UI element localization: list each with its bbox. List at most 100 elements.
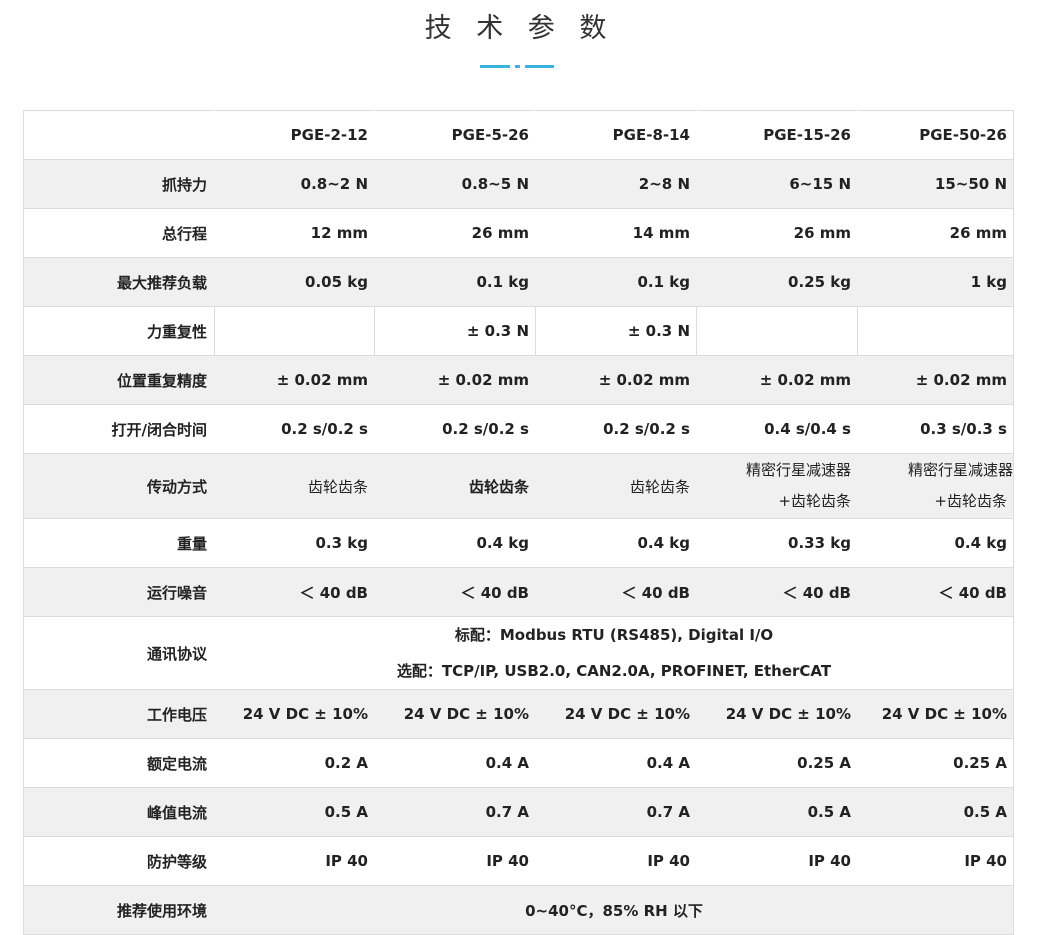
table-cell: 0.4 kg [535,518,697,568]
table-cell: 0.7 A [535,787,697,837]
table-cell [696,306,858,356]
table-row-payload: 最大推荐负载 0.05 kg 0.1 kg 0.1 kg 0.25 kg 1 k… [23,257,1014,307]
table-cell: 24 V DC ± 10% [857,689,1014,739]
table-cell: ＜ 40 dB [857,567,1014,617]
table-row-drive: 传动方式 齿轮齿条 齿轮齿条 齿轮齿条 精密行星减速器 +齿轮齿条 精密行星减速… [23,453,1014,519]
table-cell: 0.2 s/0.2 s [214,404,375,454]
table-cell: IP 40 [535,836,697,886]
table-cell: 1 kg [857,257,1014,307]
row-label: 位置重复精度 [23,355,215,405]
table-cell: 0.4 kg [374,518,536,568]
table-cell: ± 0.3 N [374,306,536,356]
table-cell: ± 0.02 mm [214,355,375,405]
model-header: PGE-8-14 [535,110,697,160]
spec-table: PGE-2-12 PGE-5-26 PGE-8-14 PGE-15-26 PGE… [23,110,1014,935]
table-cell: 0.5 A [857,787,1014,837]
table-cell: 14 mm [535,208,697,258]
table-cell: 0.4 kg [857,518,1014,568]
header-empty-cell [23,110,215,160]
table-cell: 0.25 kg [696,257,858,307]
table-cell: ± 0.3 N [535,306,697,356]
cell-line: +齿轮齿条 [778,492,851,510]
table-cell: 0.7 A [374,787,536,837]
table-cell: 26 mm [857,208,1014,258]
table-cell: 0.5 A [696,787,858,837]
table-cell: ± 0.02 mm [374,355,536,405]
table-cell: 0.1 kg [374,257,536,307]
table-cell: 24 V DC ± 10% [374,689,536,739]
row-label: 推荐使用环境 [23,885,215,935]
table-cell: 15~50 N [857,159,1014,209]
table-row-force-repeatability: 力重复性 ± 0.3 N ± 0.3 N [23,306,1014,356]
table-cell: 2~8 N [535,159,697,209]
table-cell: IP 40 [374,836,536,886]
table-cell: ＜ 40 dB [535,567,697,617]
cell-line: 精密行星减速器 [745,461,851,479]
title-underline-decoration [480,65,554,69]
table-cell: 6~15 N [696,159,858,209]
table-row-position-repeatability: 位置重复精度 ± 0.02 mm ± 0.02 mm ± 0.02 mm ± 0… [23,355,1014,405]
table-row-peak-current: 峰值电流 0.5 A 0.7 A 0.7 A 0.5 A 0.5 A [23,787,1014,837]
table-cell: ＜ 40 dB [214,567,375,617]
row-label: 工作电压 [23,689,215,739]
table-row-voltage: 工作电压 24 V DC ± 10% 24 V DC ± 10% 24 V DC… [23,689,1014,739]
table-cell: 0.5 A [214,787,375,837]
table-cell: 26 mm [696,208,858,258]
table-cell: ± 0.02 mm [857,355,1014,405]
model-header: PGE-2-12 [214,110,375,160]
row-label: 防护等级 [23,836,215,886]
table-cell: 0.33 kg [696,518,858,568]
table-cell: IP 40 [857,836,1014,886]
table-cell: ＜ 40 dB [696,567,858,617]
protocol-standard: 标配：Modbus RTU (RS485), Digital I/O [454,626,774,644]
table-cell: IP 40 [696,836,858,886]
row-label: 最大推荐负载 [23,257,215,307]
environment-cell: 0~40°C，85% RH 以下 [214,885,1014,935]
table-cell: 0.4 A [535,738,697,788]
table-cell: 0.25 A [696,738,858,788]
row-label: 打开/闭合时间 [23,404,215,454]
table-cell: 0.8~5 N [374,159,536,209]
table-cell: 24 V DC ± 10% [535,689,697,739]
table-row-protocol: 通讯协议 标配：Modbus RTU (RS485), Digital I/O … [23,616,1014,690]
table-cell: 0.4 s/0.4 s [696,404,858,454]
row-label: 重量 [23,518,215,568]
cell-line: 精密行星减速器 [907,461,1013,479]
table-cell: 0.4 A [374,738,536,788]
table-cell: 0.2 A [214,738,375,788]
table-cell: ± 0.02 mm [535,355,697,405]
table-cell: 精密行星减速器 +齿轮齿条 [696,453,858,519]
row-label: 通讯协议 [23,616,215,690]
table-row-open-close-time: 打开/闭合时间 0.2 s/0.2 s 0.2 s/0.2 s 0.2 s/0.… [23,404,1014,454]
table-row-protection: 防护等级 IP 40 IP 40 IP 40 IP 40 IP 40 [23,836,1014,886]
table-row-stroke: 总行程 12 mm 26 mm 14 mm 26 mm 26 mm [23,208,1014,258]
model-header: PGE-50-26 [857,110,1014,160]
table-cell: 0.05 kg [214,257,375,307]
table-cell: 0.3 s/0.3 s [857,404,1014,454]
model-header: PGE-15-26 [696,110,858,160]
table-row-environment: 推荐使用环境 0~40°C，85% RH 以下 [23,885,1014,935]
table-header-row: PGE-2-12 PGE-5-26 PGE-8-14 PGE-15-26 PGE… [23,110,1014,160]
row-label: 运行噪音 [23,567,215,617]
table-row-rated-current: 额定电流 0.2 A 0.4 A 0.4 A 0.25 A 0.25 A [23,738,1014,788]
row-label: 峰值电流 [23,787,215,837]
table-cell: 精密行星减速器 +齿轮齿条 [857,453,1014,519]
table-cell: 26 mm [374,208,536,258]
table-cell: ＜ 40 dB [374,567,536,617]
row-label: 力重复性 [23,306,215,356]
table-cell: IP 40 [214,836,375,886]
cell-line: +齿轮齿条 [934,492,1007,510]
table-cell: 24 V DC ± 10% [214,689,375,739]
table-cell: 0.3 kg [214,518,375,568]
row-label: 传动方式 [23,453,215,519]
table-cell: 0.1 kg [535,257,697,307]
table-cell [857,306,1014,356]
protocol-cell: 标配：Modbus RTU (RS485), Digital I/O 选配：TC… [214,616,1014,690]
row-label: 抓持力 [23,159,215,209]
table-cell: 齿轮齿条 [214,453,375,519]
model-header: PGE-5-26 [374,110,536,160]
table-cell: 0.25 A [857,738,1014,788]
table-cell: 0.2 s/0.2 s [374,404,536,454]
table-cell: 齿轮齿条 [374,453,536,519]
table-cell: ± 0.02 mm [696,355,858,405]
